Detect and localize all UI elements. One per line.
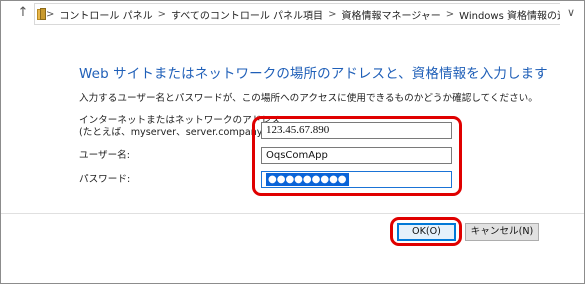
breadcrumb-control-panel[interactable]: コントロール パネル bbox=[59, 7, 152, 22]
highlight-fields-annotation bbox=[252, 116, 462, 196]
breadcrumb-all-items[interactable]: すべてのコントロール パネル項目 bbox=[171, 7, 323, 22]
address-bar: ↑ > コントロール パネル > すべてのコントロール パネル項目 > 資格情報… bbox=[0, 0, 585, 28]
breadcrumb-separator: > bbox=[328, 8, 337, 20]
cancel-button[interactable]: キャンセル(N) bbox=[465, 223, 539, 241]
divider bbox=[1, 213, 584, 214]
instructions-text: 入力するユーザー名とパスワードが、この場所へのアクセスに使用できるものかどうか確… bbox=[79, 93, 538, 104]
password-label: パスワード: bbox=[79, 174, 131, 185]
up-arrow-icon[interactable]: ↑ bbox=[16, 5, 30, 21]
page-title: Web サイトまたはネットワークの場所のアドレスと、資格情報を入力します bbox=[79, 66, 548, 82]
breadcrumb-separator: > bbox=[445, 8, 455, 20]
breadcrumb-separator: > bbox=[46, 8, 55, 20]
address-label: インターネットまたはネットワークのアドレス bbox=[79, 115, 281, 126]
username-label: ユーザー名: bbox=[79, 150, 131, 161]
breadcrumb[interactable]: > コントロール パネル > すべてのコントロール パネル項目 > 資格情報マネ… bbox=[34, 3, 560, 25]
highlight-ok-annotation bbox=[390, 217, 462, 246]
breadcrumb-add-windows-credential[interactable]: Windows 資格情報の追加 bbox=[459, 7, 560, 22]
breadcrumb-credential-manager[interactable]: 資格情報マネージャー bbox=[341, 7, 440, 22]
breadcrumb-separator: > bbox=[157, 8, 166, 20]
refresh-icon[interactable]: ∨ bbox=[567, 6, 575, 19]
